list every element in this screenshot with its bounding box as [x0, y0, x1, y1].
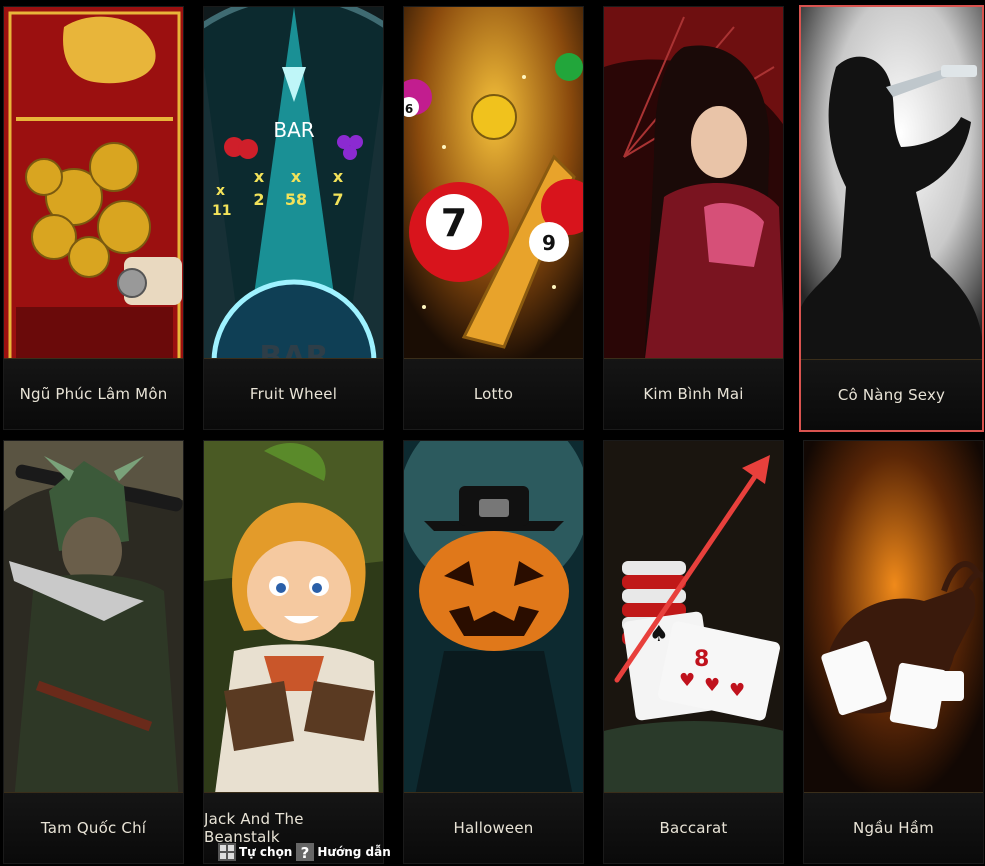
- svg-text:x: x: [291, 167, 302, 186]
- game-art-kim-binh-mai: [604, 7, 783, 367]
- svg-text:x: x: [333, 167, 344, 186]
- svg-text:2: 2: [253, 190, 264, 209]
- game-label: Ngầu Hầm: [853, 819, 934, 837]
- game-label-box: Ngầu Hầm: [804, 792, 983, 863]
- svg-text:x: x: [254, 167, 265, 186]
- game-label-box: Baccarat: [604, 792, 783, 863]
- game-label-box: Halloween: [404, 792, 583, 863]
- game-label-box: Ngũ Phúc Lâm Môn: [4, 358, 183, 429]
- svg-text:♠: ♠: [649, 622, 669, 647]
- help-icon: ?: [296, 843, 315, 861]
- game-label: Jack And The Beanstalk: [204, 810, 304, 846]
- custom-label: Tự chọn: [239, 845, 293, 859]
- svg-text:♥: ♥: [679, 670, 695, 691]
- svg-text:58: 58: [285, 190, 307, 209]
- game-art-co-nang-sexy: [801, 7, 982, 367]
- guide-label: Hướng dẫn: [317, 845, 391, 859]
- game-card-tam-quoc-chi[interactable]: Tam Quốc Chí: [3, 440, 184, 864]
- game-art-lotto: 7 9 6: [404, 7, 583, 367]
- game-card-co-nang-sexy[interactable]: Cô Nàng Sexy: [799, 5, 984, 432]
- game-card-lotto[interactable]: 7 9 6 Lotto: [403, 6, 584, 430]
- svg-text:x: x: [216, 183, 225, 199]
- game-label: Cô Nàng Sexy: [837, 386, 946, 404]
- game-art-ngu-phuc-lam-mon: [4, 7, 183, 367]
- svg-text:♥: ♥: [704, 675, 720, 696]
- game-art-ngau-ham: [804, 441, 983, 801]
- bottom-toolbar: Tự chọn ? Hướng dẫn: [218, 843, 391, 861]
- game-art-jack: [204, 441, 383, 801]
- grid-icon: [218, 843, 236, 861]
- game-art-halloween: [404, 441, 583, 801]
- game-label: Tam Quốc Chí: [40, 819, 147, 837]
- baccarat-card-rank: 8: [694, 647, 709, 672]
- svg-text:♥: ♥: [729, 680, 745, 701]
- guide-button[interactable]: ? Hướng dẫn: [296, 843, 391, 861]
- lotto-ball-number: 7: [441, 201, 467, 245]
- game-card-ngau-ham[interactable]: Ngầu Hầm: [803, 440, 984, 864]
- svg-text:7: 7: [332, 190, 343, 209]
- game-card-fruit-wheel[interactable]: BAR x 2 x 58 x 7 x 11 BAR Fruit Wheel: [203, 6, 384, 430]
- custom-button[interactable]: Tự chọn: [218, 843, 292, 861]
- fruit-wheel-bar-top: BAR: [273, 118, 314, 142]
- game-card-ngu-phuc-lam-mon[interactable]: Ngũ Phúc Lâm Môn: [3, 6, 184, 430]
- game-art-tam-quoc-chi: [4, 441, 183, 801]
- game-label: Lotto: [473, 385, 514, 403]
- svg-text:?: ?: [301, 844, 310, 861]
- svg-text:6: 6: [405, 102, 413, 116]
- game-art-fruit-wheel: BAR x 2 x 58 x 7 x 11 BAR: [204, 7, 383, 367]
- game-label-box: Tam Quốc Chí: [4, 792, 183, 863]
- game-label-box: Cô Nàng Sexy: [801, 359, 982, 430]
- game-label: Ngũ Phúc Lâm Môn: [19, 385, 168, 403]
- game-label: Baccarat: [659, 819, 728, 837]
- game-label-box: Lotto: [404, 358, 583, 429]
- svg-text:11: 11: [212, 203, 231, 219]
- game-card-kim-binh-mai[interactable]: Kim Bình Mai: [603, 6, 784, 430]
- game-card-jack-and-the-beanstalk[interactable]: Jack And The Beanstalk: [203, 440, 384, 864]
- game-art-baccarat: ♠ 8 ♥ ♥ ♥: [604, 441, 783, 801]
- game-label: Halloween: [453, 819, 534, 837]
- game-label: Kim Bình Mai: [643, 385, 744, 403]
- game-card-halloween[interactable]: Halloween: [403, 440, 584, 864]
- svg-text:9: 9: [542, 231, 556, 255]
- game-label-box: Kim Bình Mai: [604, 358, 783, 429]
- game-card-baccarat[interactable]: ♠ 8 ♥ ♥ ♥ Baccarat: [603, 440, 784, 864]
- game-label: Fruit Wheel: [249, 385, 338, 403]
- game-label-box: Fruit Wheel: [204, 358, 383, 429]
- game-grid: Ngũ Phúc Lâm Môn BAR x 2 x 58 x 7 x 11 B…: [0, 0, 985, 866]
